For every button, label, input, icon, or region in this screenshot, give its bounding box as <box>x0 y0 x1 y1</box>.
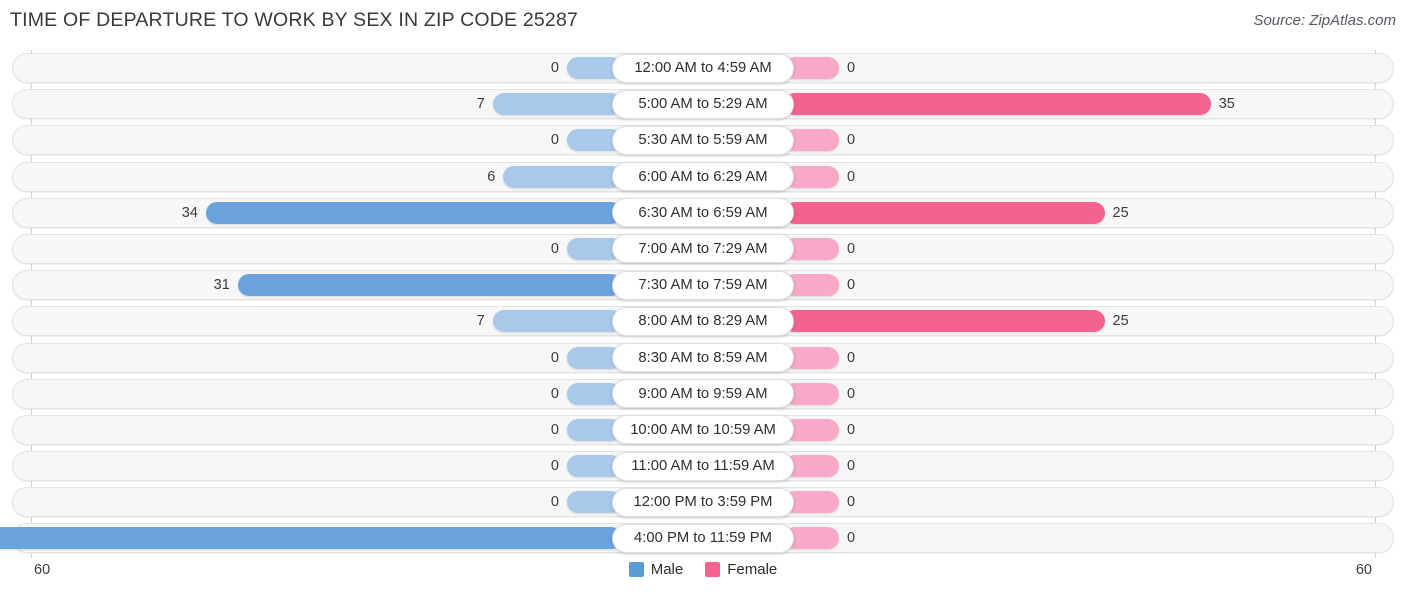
legend-item[interactable]: Male <box>628 561 684 578</box>
bar-female[interactable] <box>784 201 1105 224</box>
category-label-text: 4:00 PM to 11:59 PM <box>634 530 772 547</box>
category-label-pill: 12:00 PM to 3:59 PM <box>612 487 794 517</box>
table-row: 34 25 6:30 AM to 6:59 AM <box>0 195 1406 231</box>
table-row: 7 35 5:00 AM to 5:29 AM <box>0 86 1406 122</box>
table-row: 6 0 6:00 AM to 6:29 AM <box>0 159 1406 195</box>
plot-area: 0 0 12:00 AM to 4:59 AM 7 35 5:00 AM to 5:29 … <box>0 50 1406 558</box>
table-row: 0 0 10:00 AM to 10:59 AM <box>0 412 1406 448</box>
value-label-female: 0 <box>847 240 856 257</box>
category-label-pill: 7:30 AM to 7:59 AM <box>612 270 794 300</box>
bar-male[interactable] <box>237 274 622 297</box>
value-label-female: 0 <box>847 168 856 185</box>
category-label-pill: 4:00 PM to 11:59 PM <box>612 523 794 553</box>
value-label-male: 0 <box>550 240 559 257</box>
category-label-pill: 8:30 AM to 8:59 AM <box>612 343 794 372</box>
value-label-male: 0 <box>550 458 559 475</box>
value-label-female: 0 <box>847 494 856 511</box>
value-label-male: 34 <box>181 204 198 221</box>
table-row: 0 0 11:00 AM to 11:59 AM <box>0 448 1406 484</box>
value-label-female: 35 <box>1218 96 1235 113</box>
legend-swatch-icon <box>705 562 721 577</box>
value-label-male: 0 <box>550 349 559 366</box>
legend-item[interactable]: Female <box>705 561 777 578</box>
bar-male[interactable] <box>205 201 622 224</box>
bar-rows: 0 0 12:00 AM to 4:59 AM 7 35 5:00 AM to 5:29 … <box>0 50 1406 557</box>
category-label-pill: 5:30 AM to 5:59 AM <box>612 125 794 155</box>
value-label-female: 0 <box>847 60 856 76</box>
category-label-text: 6:30 AM to 6:59 AM <box>638 204 768 221</box>
page-title: TIME OF DEPARTURE TO WORK BY SEX IN ZIP … <box>10 9 579 31</box>
table-row: 0 0 12:00 AM to 4:59 AM <box>0 50 1406 86</box>
bar-male[interactable] <box>0 527 622 550</box>
category-label-pill: 6:00 AM to 6:29 AM <box>612 162 794 192</box>
table-row: 7 25 8:00 AM to 8:29 AM <box>0 303 1406 339</box>
legend-label: Female <box>727 561 778 578</box>
value-label-male: 0 <box>550 385 559 402</box>
category-label-text: 8:00 AM to 8:29 AM <box>638 313 768 330</box>
value-label-female: 0 <box>847 277 856 294</box>
value-label-female: 0 <box>847 458 856 475</box>
bar-male[interactable] <box>503 165 622 188</box>
value-label-male: 0 <box>550 494 559 511</box>
legend-label: Male <box>650 561 684 578</box>
table-row: 31 0 7:30 AM to 7:59 AM <box>0 267 1406 303</box>
value-label-male: 31 <box>213 277 230 294</box>
value-label-male: 7 <box>476 313 485 330</box>
category-label-pill: 9:00 AM to 9:59 AM <box>612 379 794 409</box>
value-label-female: 0 <box>847 132 856 149</box>
category-label-pill: 7:00 AM to 7:29 AM <box>612 234 794 264</box>
source-attribution: Source: ZipAtlas.com <box>1253 12 1396 29</box>
bar-female[interactable] <box>784 93 1211 116</box>
category-label-text: 8:30 AM to 8:59 AM <box>638 349 768 366</box>
value-label-female: 0 <box>847 530 856 547</box>
category-label-pill: 5:00 AM to 5:29 AM <box>612 89 794 119</box>
value-label-female: 0 <box>847 349 856 366</box>
table-row: 0 0 8:30 AM to 8:59 AM <box>0 340 1406 376</box>
category-label-text: 11:00 AM to 11:59 AM <box>631 458 775 475</box>
category-label-text: 9:00 AM to 9:59 AM <box>638 385 768 402</box>
value-label-female: 25 <box>1112 204 1129 221</box>
chart-page: TIME OF DEPARTURE TO WORK BY SEX IN ZIP … <box>0 0 1406 594</box>
value-label-male: 0 <box>550 60 559 76</box>
category-label-pill: 10:00 AM to 10:59 AM <box>612 415 794 445</box>
category-label-text: 6:00 AM to 6:29 AM <box>638 168 768 185</box>
bar-female[interactable] <box>784 310 1105 333</box>
legend-swatch-icon <box>628 562 644 577</box>
bar-male[interactable] <box>492 310 622 333</box>
category-label-text: 12:00 AM to 4:59 AM <box>634 60 772 76</box>
table-row: 5604:00 PM to 11:59 PM <box>0 520 1406 556</box>
value-label-male: 7 <box>476 96 485 113</box>
value-label-male: 6 <box>487 168 496 185</box>
table-row: 0 0 5:30 AM to 5:59 AM <box>0 122 1406 158</box>
category-label-pill: 8:00 AM to 8:29 AM <box>612 306 794 336</box>
chart-legend: Male Female <box>0 561 1406 578</box>
chart-footer: 60 60 Male Female <box>0 556 1406 594</box>
table-row: 0 0 7:00 AM to 7:29 AM <box>0 231 1406 267</box>
category-label-text: 5:00 AM to 5:29 AM <box>638 96 768 113</box>
table-row: 0 0 12:00 PM to 3:59 PM <box>0 484 1406 520</box>
bar-male[interactable] <box>492 93 622 116</box>
category-label-pill: 11:00 AM to 11:59 AM <box>612 451 794 481</box>
category-label-text: 10:00 AM to 10:59 AM <box>630 421 776 438</box>
category-label-pill: 6:30 AM to 6:59 AM <box>612 198 794 228</box>
value-label-female: 0 <box>847 385 856 402</box>
category-label-text: 7:00 AM to 7:29 AM <box>638 240 768 257</box>
value-label-male: 0 <box>550 132 559 149</box>
category-label-pill: 12:00 AM to 4:59 AM <box>612 53 794 83</box>
value-label-female: 0 <box>847 421 856 438</box>
chart-header: TIME OF DEPARTURE TO WORK BY SEX IN ZIP … <box>0 0 1406 44</box>
value-label-female: 25 <box>1112 313 1129 330</box>
value-label-male: 0 <box>550 421 559 438</box>
category-label-text: 5:30 AM to 5:59 AM <box>638 132 768 149</box>
category-label-text: 7:30 AM to 7:59 AM <box>638 277 768 294</box>
table-row: 0 0 9:00 AM to 9:59 AM <box>0 376 1406 412</box>
category-label-text: 12:00 PM to 3:59 PM <box>633 494 773 511</box>
